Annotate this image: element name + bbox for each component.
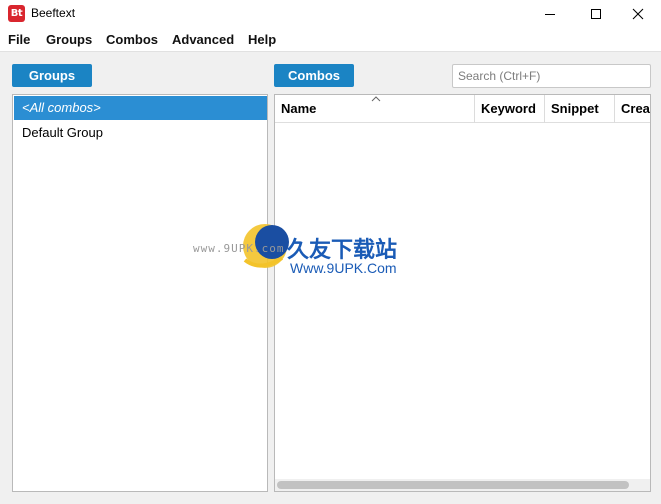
menu-file[interactable]: File — [8, 32, 30, 47]
close-button[interactable] — [615, 0, 661, 28]
scrollbar-thumb[interactable] — [277, 481, 629, 489]
menu-combos[interactable]: Combos — [106, 32, 158, 47]
group-item-all-combos[interactable]: <All combos> — [14, 96, 267, 120]
groups-list[interactable]: <All combos> Default Group — [12, 94, 268, 492]
menu-help[interactable]: Help — [248, 32, 276, 47]
close-icon — [632, 8, 644, 20]
combos-table[interactable]: Name Keyword Snippet Creat — [274, 94, 651, 492]
search-input[interactable] — [452, 64, 651, 88]
column-header-created[interactable]: Creat — [615, 95, 650, 123]
table-header: Name Keyword Snippet Creat — [275, 95, 650, 123]
maximize-icon — [591, 9, 601, 19]
group-item-default-group[interactable]: Default Group — [14, 121, 267, 145]
minimize-icon — [545, 14, 555, 15]
title-bar: Bt Beeftext — [0, 0, 661, 28]
menu-groups[interactable]: Groups — [46, 32, 92, 47]
menu-advanced[interactable]: Advanced — [172, 32, 234, 47]
window-title: Beeftext — [31, 6, 76, 20]
column-header-snippet[interactable]: Snippet — [545, 95, 615, 123]
horizontal-scrollbar[interactable] — [275, 479, 650, 491]
groups-header-button[interactable]: Groups — [12, 64, 92, 87]
maximize-button[interactable] — [573, 0, 619, 28]
app-logo-icon: Bt — [8, 5, 25, 22]
combos-header-button[interactable]: Combos — [274, 64, 354, 87]
column-header-name-label: Name — [281, 101, 317, 116]
sort-ascending-icon — [371, 96, 381, 102]
column-header-name[interactable]: Name — [275, 95, 475, 123]
menu-bar: File Groups Combos Advanced Help — [0, 28, 661, 52]
minimize-button[interactable] — [527, 0, 573, 28]
column-header-keyword[interactable]: Keyword — [475, 95, 545, 123]
